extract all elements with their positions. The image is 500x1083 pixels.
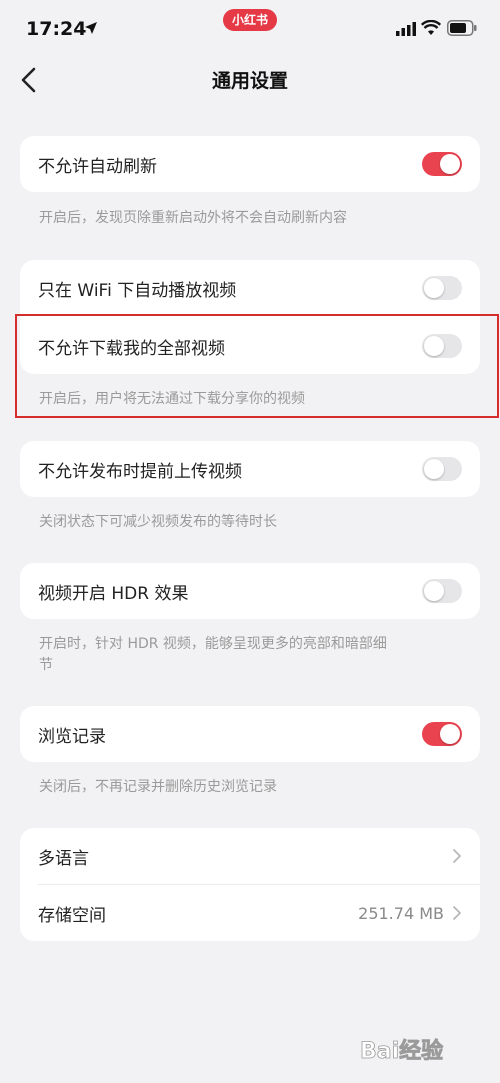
language-label: 多语言 (38, 848, 89, 869)
toggle-knob (424, 459, 444, 479)
hdr-card: 视频开启 HDR 效果 (20, 563, 480, 619)
baidu-jingyan-watermark: Bai经验 (360, 1038, 444, 1065)
history-toggle[interactable] (422, 722, 462, 746)
history-description: 关闭后，不再记录并删除历史浏览记录 (39, 779, 277, 795)
auto-refresh-description: 开启后，发现页除重新启动外将不会自动刷新内容 (39, 210, 347, 226)
watermark-text: Bai经验 (360, 1038, 443, 1064)
history-card: 浏览记录 (20, 706, 480, 762)
preupload-description: 关闭状态下可减少视频发布的等待时长 (39, 514, 277, 530)
wifi-autoplay-row: 只在 WiFi 下自动播放视频 (20, 260, 480, 316)
status-bar: 17:24 小红书 (0, 0, 500, 56)
wifi-autoplay-label: 只在 WiFi 下自动播放视频 (38, 280, 237, 301)
storage-label: 存储空间 (38, 905, 106, 926)
auto-refresh-toggle[interactable] (422, 152, 462, 176)
location-arrow-icon (85, 22, 97, 34)
history-row: 浏览记录 (20, 706, 480, 762)
storage-value: 251.74 MB (358, 903, 444, 923)
preupload-toggle[interactable] (422, 457, 462, 481)
cellular-signal-icon (396, 22, 416, 36)
auto-refresh-label: 不允许自动刷新 (38, 156, 157, 177)
auto-refresh-card: 不允许自动刷新 (20, 136, 480, 192)
toggle-knob (424, 581, 444, 601)
hdr-description-line2: 节 (39, 657, 53, 673)
storage-row[interactable]: 存储空间 251.74 MB (20, 885, 480, 941)
page-title: 通用设置 (211, 70, 288, 92)
history-label: 浏览记录 (38, 726, 106, 747)
toggle-knob (440, 724, 460, 744)
hdr-description-line1: 开启时，针对 HDR 视频，能够呈现更多的亮部和暗部细 (39, 636, 387, 652)
language-row[interactable]: 多语言 (20, 828, 480, 884)
highlight-box (15, 314, 499, 418)
chevron-right-icon (453, 906, 461, 920)
auto-refresh-row: 不允许自动刷新 (20, 136, 480, 192)
status-time: 17:24 (26, 18, 87, 40)
preupload-label: 不允许发布时提前上传视频 (38, 461, 242, 482)
preupload-row: 不允许发布时提前上传视频 (20, 441, 480, 497)
nav-bar: 通用设置 (0, 56, 500, 104)
chevron-right-icon (453, 849, 461, 863)
hdr-description: 开启时，针对 HDR 视频，能够呈现更多的亮部和暗部细 节 (39, 634, 469, 676)
battery-icon (447, 20, 477, 36)
toggle-knob (424, 278, 444, 298)
preupload-card: 不允许发布时提前上传视频 (20, 441, 480, 497)
wifi-icon (421, 20, 441, 35)
app-badge: 小红书 (223, 9, 277, 31)
hdr-label: 视频开启 HDR 效果 (38, 583, 189, 604)
wifi-autoplay-toggle[interactable] (422, 276, 462, 300)
misc-card: 多语言 存储空间 251.74 MB (20, 828, 480, 941)
hdr-row: 视频开启 HDR 效果 (20, 563, 480, 619)
toggle-knob (440, 154, 460, 174)
hdr-toggle[interactable] (422, 579, 462, 603)
